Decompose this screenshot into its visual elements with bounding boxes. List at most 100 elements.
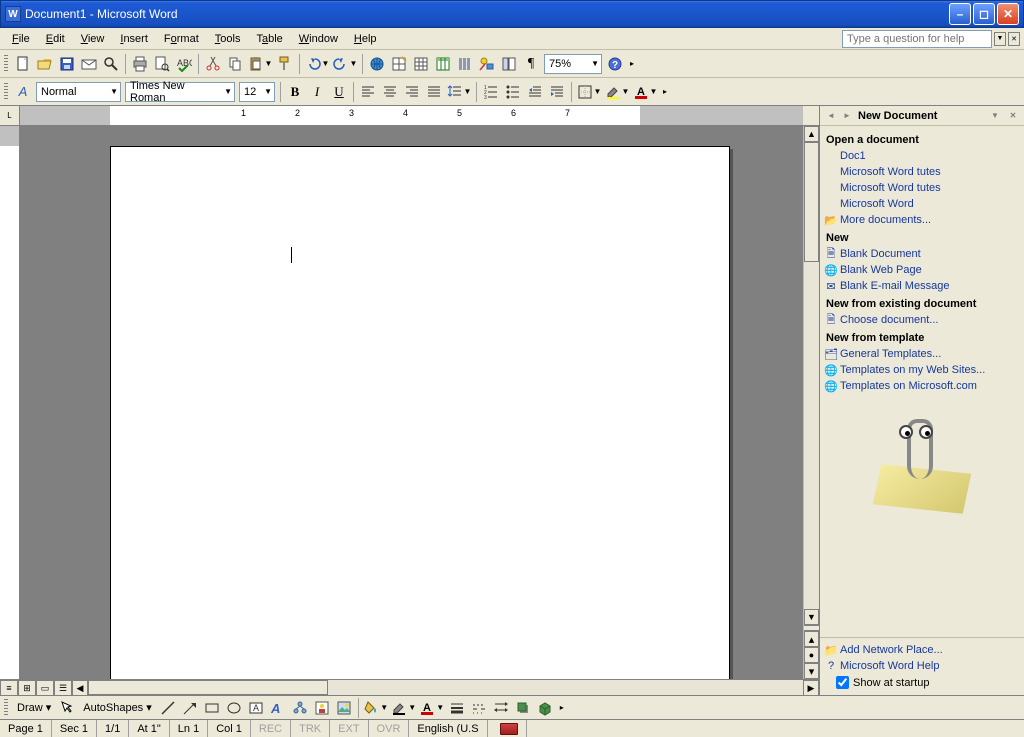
menu-view[interactable]: View [73, 31, 113, 47]
scroll-left-button[interactable]: ◀ [72, 680, 88, 696]
open-doc-link[interactable]: Microsoft Word tutes [826, 180, 1018, 196]
task-pane-back-icon[interactable]: ◄ [824, 109, 838, 123]
prev-page-button[interactable]: ▴ [804, 631, 819, 647]
style-combo[interactable]: Normal▼ [36, 82, 121, 102]
show-at-startup-input[interactable] [836, 676, 849, 689]
underline-button[interactable]: U [328, 81, 350, 103]
font-color-button[interactable]: A▼ [631, 81, 659, 103]
scroll-thumb[interactable] [804, 142, 819, 262]
spelling-button[interactable]: ABC [173, 53, 195, 75]
menu-help[interactable]: Help [346, 31, 385, 47]
print-preview-button[interactable] [151, 53, 173, 75]
menu-window[interactable]: Window [291, 31, 346, 47]
office-assistant[interactable] [826, 394, 1018, 534]
borders-button[interactable]: ▼ [575, 81, 603, 103]
insert-table-button[interactable] [410, 53, 432, 75]
menu-file[interactable]: File [4, 31, 38, 47]
hscroll-thumb[interactable] [88, 680, 328, 695]
menu-edit[interactable]: Edit [38, 31, 73, 47]
mail-button[interactable] [78, 53, 100, 75]
menu-format[interactable]: Format [156, 31, 207, 47]
help-search-input[interactable] [842, 30, 992, 48]
status-spellbook[interactable] [488, 720, 527, 737]
line-button[interactable] [157, 697, 179, 719]
clipart-button[interactable] [311, 697, 333, 719]
decrease-indent-button[interactable] [524, 81, 546, 103]
copy-button[interactable] [224, 53, 246, 75]
highlight-button[interactable]: ▼ [603, 81, 631, 103]
dash-style-button[interactable] [468, 697, 490, 719]
maximize-button[interactable]: ◻ [973, 3, 995, 25]
fill-color-button[interactable]: ▼ [362, 697, 390, 719]
help-dropdown-icon[interactable]: ▼ [994, 32, 1006, 46]
tab-selector[interactable]: L [0, 106, 20, 126]
zoom-combo[interactable]: 75%▼ [544, 54, 602, 74]
autoshapes-button[interactable]: AutoShapes ▾ [78, 698, 157, 718]
diagram-button[interactable] [289, 697, 311, 719]
status-lang[interactable]: English (U.S [409, 720, 487, 737]
increase-indent-button[interactable] [546, 81, 568, 103]
more-documents-link[interactable]: 📂More documents... [826, 212, 1018, 228]
bullets-button[interactable] [502, 81, 524, 103]
styles-pane-button[interactable]: A [12, 81, 34, 103]
toolbar-options-button[interactable]: ▸ [626, 53, 638, 75]
align-center-button[interactable] [379, 81, 401, 103]
vertical-ruler[interactable] [0, 126, 20, 679]
oval-button[interactable] [223, 697, 245, 719]
select-objects-button[interactable] [56, 697, 78, 719]
draw-menu-button[interactable]: Draw ▾ [12, 698, 56, 718]
outline-view-button[interactable]: ☰ [54, 680, 72, 696]
print-view-button[interactable]: ▭ [36, 680, 54, 696]
toolbar-grip[interactable] [4, 55, 8, 73]
3d-button[interactable] [534, 697, 556, 719]
status-rec[interactable]: REC [251, 720, 291, 737]
next-page-button[interactable]: ▾ [804, 663, 819, 679]
undo-button[interactable]: ▼ [303, 53, 331, 75]
ms-templates-link[interactable]: 🌐Templates on Microsoft.com [826, 378, 1018, 394]
search-button[interactable] [100, 53, 122, 75]
blank-email-link[interactable]: ✉Blank E-mail Message [826, 278, 1018, 294]
rectangle-button[interactable] [201, 697, 223, 719]
normal-view-button[interactable]: ≡ [0, 680, 18, 696]
web-templates-link[interactable]: 🌐Templates on my Web Sites... [826, 362, 1018, 378]
help-button[interactable]: ? [604, 53, 626, 75]
doc-close-button[interactable]: ✕ [1008, 32, 1020, 46]
drawing-toggle-button[interactable] [476, 53, 498, 75]
line-color-button[interactable]: ▼ [390, 697, 418, 719]
font-color-draw-button[interactable]: A▼ [418, 697, 446, 719]
menu-table[interactable]: Table [248, 31, 290, 47]
open-doc-link[interactable]: Microsoft Word tutes [826, 164, 1018, 180]
print-button[interactable] [129, 53, 151, 75]
show-hide-button[interactable]: ¶ [520, 53, 542, 75]
vertical-scrollbar[interactable]: ▲ ▼ ▴ ● ▾ [803, 126, 819, 679]
new-button[interactable] [12, 53, 34, 75]
status-ext[interactable]: EXT [330, 720, 368, 737]
status-ovr[interactable]: OVR [369, 720, 410, 737]
horizontal-ruler[interactable]: 1234567 [20, 106, 803, 126]
excel-button[interactable] [432, 53, 454, 75]
browse-object-button[interactable]: ● [804, 647, 819, 663]
document-area[interactable] [20, 126, 803, 679]
columns-button[interactable] [454, 53, 476, 75]
blank-web-page-link[interactable]: 🌐Blank Web Page [826, 262, 1018, 278]
open-doc-link[interactable]: Doc1 [826, 148, 1018, 164]
toolbar-grip[interactable] [4, 699, 8, 717]
redo-button[interactable]: ▼ [331, 53, 359, 75]
horizontal-scrollbar[interactable]: ◀ ▶ [72, 680, 819, 695]
arrow-style-button[interactable] [490, 697, 512, 719]
arrow-button[interactable] [179, 697, 201, 719]
show-at-startup-checkbox[interactable]: Show at startup [826, 674, 1018, 691]
task-pane-menu-icon[interactable]: ▼ [988, 109, 1002, 123]
scroll-up-button[interactable]: ▲ [804, 126, 819, 142]
wordart-button[interactable]: A [267, 697, 289, 719]
status-trk[interactable]: TRK [291, 720, 330, 737]
blank-document-link[interactable]: 🗎Blank Document [826, 246, 1018, 262]
shadow-button[interactable] [512, 697, 534, 719]
toolbar-options-button[interactable]: ▸ [659, 81, 671, 103]
align-right-button[interactable] [401, 81, 423, 103]
minimize-button[interactable]: – [949, 3, 971, 25]
insert-picture-button[interactable] [333, 697, 355, 719]
open-doc-link[interactable]: Microsoft Word [826, 196, 1018, 212]
word-help-link[interactable]: ?Microsoft Word Help [826, 658, 1018, 674]
close-button[interactable]: ✕ [997, 3, 1019, 25]
